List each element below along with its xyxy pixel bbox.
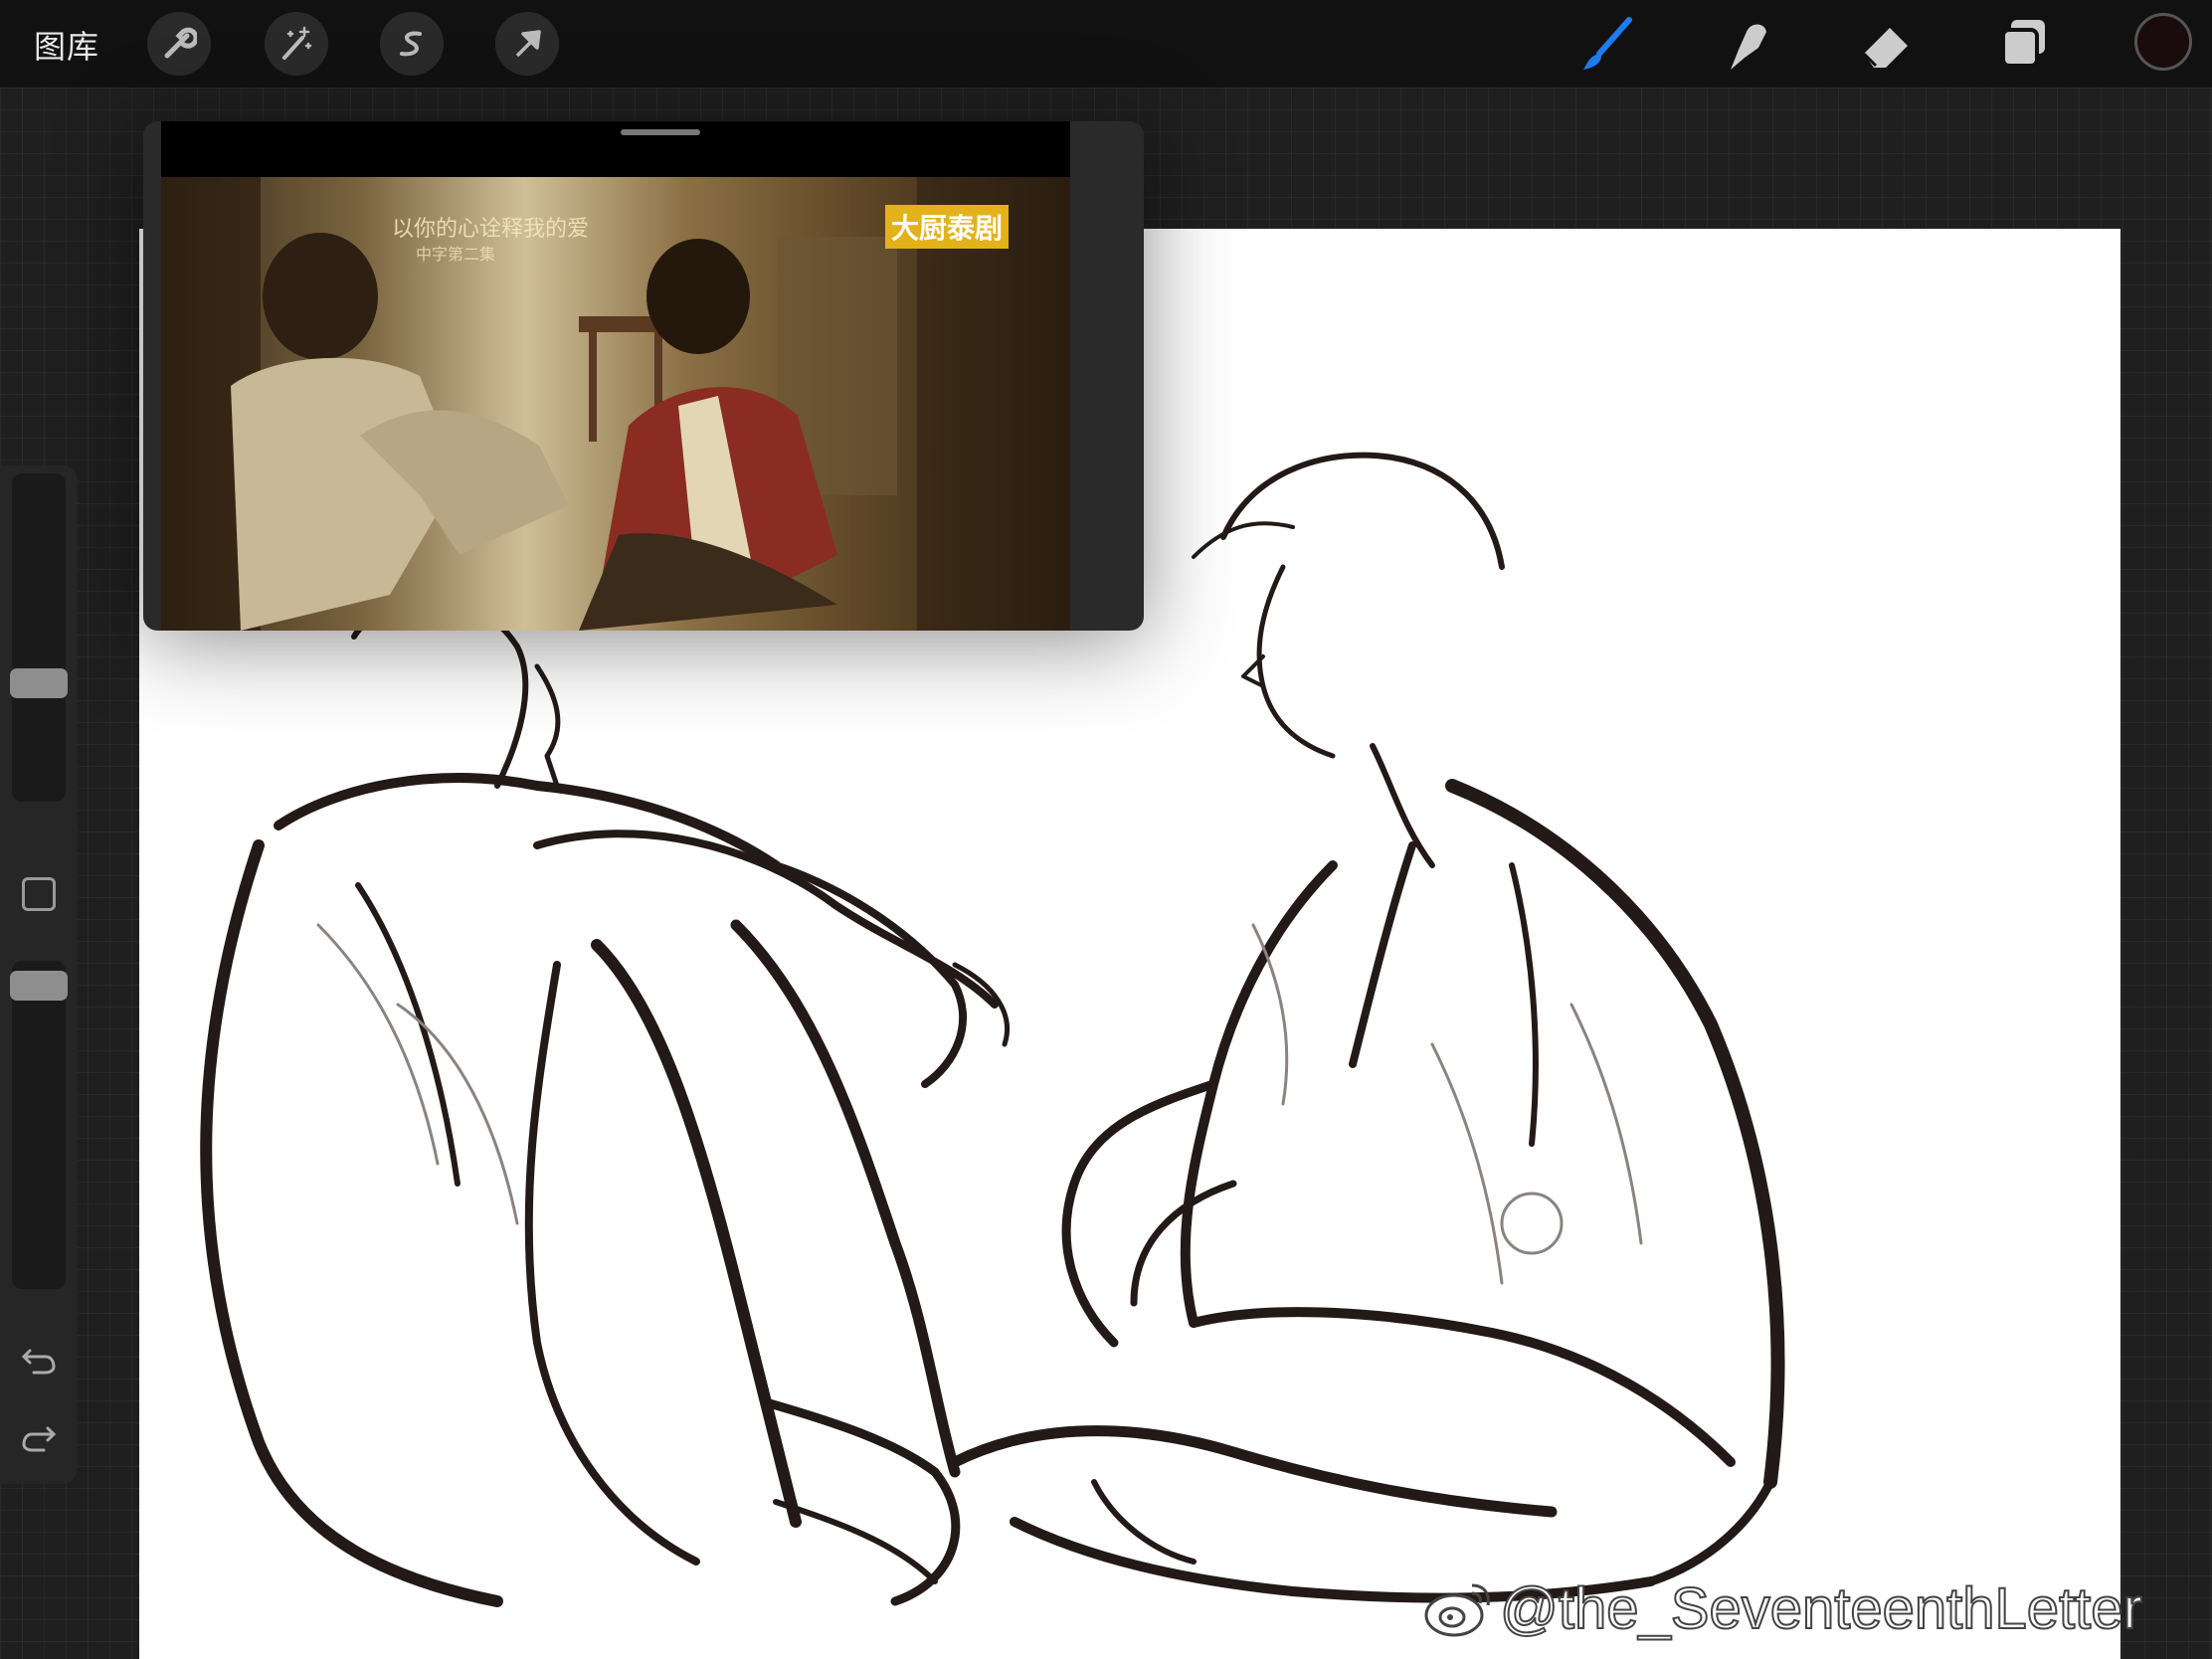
- left-sidebar: [0, 465, 78, 1484]
- modify-button[interactable]: [22, 877, 56, 911]
- eraser-icon: [1862, 28, 1908, 68]
- brush-icon: [1583, 17, 1632, 70]
- reference-window[interactable]: 以你的心诠释我的爱 中字第二集 大厨泰剧: [143, 121, 1144, 631]
- adjustments-button[interactable]: [265, 12, 328, 76]
- reference-subtitle-title: 以你的心诠释我的爱: [392, 217, 590, 242]
- drag-handle[interactable]: [621, 129, 700, 135]
- actions-button[interactable]: [147, 12, 211, 76]
- smudge-finger-icon: [1731, 24, 1766, 70]
- layers-icon: [2001, 20, 2045, 68]
- layers-tool-button[interactable]: [1991, 10, 2059, 78]
- smudge-tool-button[interactable]: [1713, 10, 1780, 78]
- brush-size-thumb[interactable]: [10, 668, 68, 698]
- undo-button[interactable]: [20, 1341, 58, 1387]
- eraser-tool-button[interactable]: [1852, 10, 1920, 78]
- gallery-button[interactable]: 图库: [34, 22, 99, 68]
- reference-channel-badge: 大厨泰剧: [885, 205, 1010, 249]
- top-toolbar: 图库: [0, 0, 2212, 88]
- selection-button[interactable]: [380, 12, 444, 76]
- reference-titlebar[interactable]: [161, 121, 1070, 177]
- opacity-slider[interactable]: [10, 961, 68, 1289]
- selection-s-icon: [400, 31, 422, 57]
- watermark: @the_SeventeenthLetter: [1422, 1575, 2143, 1642]
- magic-wand-icon: [282, 26, 312, 60]
- weibo-icon: [1424, 1583, 1490, 1636]
- color-picker-button[interactable]: [2134, 13, 2192, 71]
- arrow-cursor-icon: [515, 30, 541, 58]
- transform-button[interactable]: [495, 12, 559, 76]
- opacity-thumb[interactable]: [10, 971, 68, 1001]
- brush-tool-button[interactable]: [1573, 10, 1641, 78]
- redo-icon: [22, 1426, 57, 1452]
- reference-image: 以你的心诠释我的爱 中字第二集 大厨泰剧: [161, 177, 1070, 631]
- wrench-icon: [164, 27, 197, 59]
- reference-subtitle-episode: 中字第二集: [416, 245, 496, 264]
- watermark-text: @the_SeventeenthLetter: [1499, 1575, 2143, 1642]
- brush-size-slider[interactable]: [10, 473, 68, 802]
- redo-button[interactable]: [20, 1418, 58, 1465]
- undo-icon: [21, 1349, 56, 1375]
